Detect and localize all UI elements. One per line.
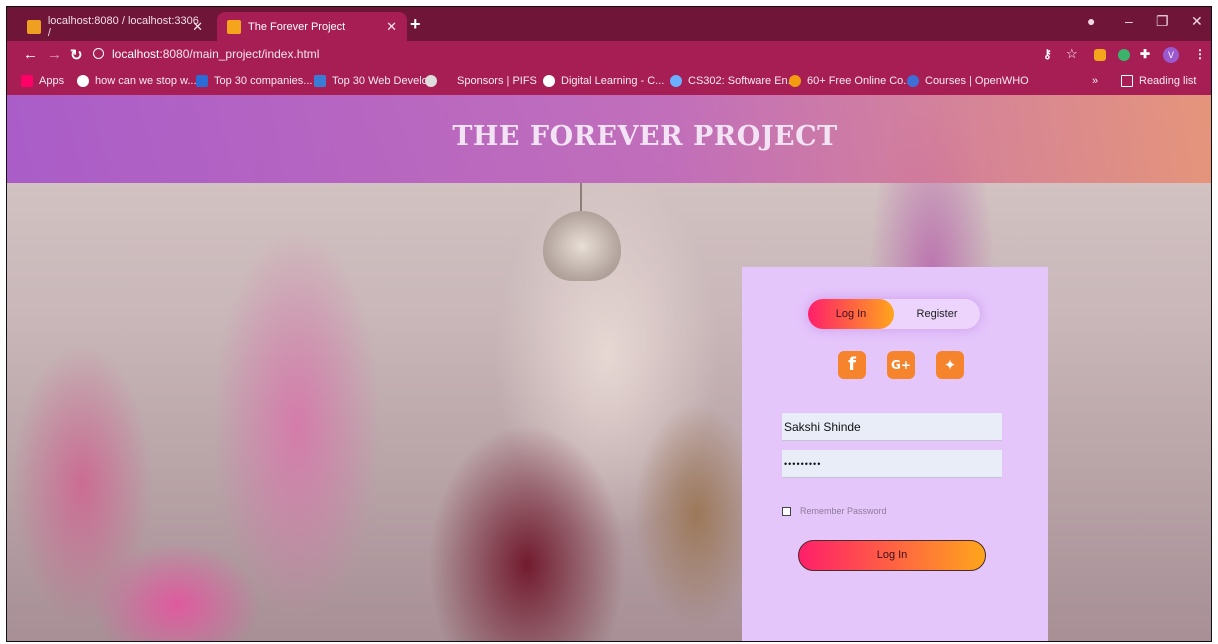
login-button[interactable]: Log In bbox=[798, 540, 986, 571]
bookmark-icon bbox=[670, 75, 682, 87]
google-plus-icon[interactable]: G+ bbox=[887, 351, 915, 379]
bookmark-item[interactable]: how can we stop w... bbox=[77, 75, 197, 87]
restore-button[interactable]: ❐ bbox=[1156, 13, 1169, 30]
reload-icon[interactable]: ↻ bbox=[70, 46, 83, 64]
new-tab-button[interactable]: + bbox=[410, 14, 421, 35]
key-icon[interactable]: ⚷ bbox=[1043, 47, 1052, 61]
page-title: THE FOREVER PROJECT bbox=[452, 121, 838, 152]
reading-list[interactable]: Reading list bbox=[1121, 75, 1196, 87]
login-card: Log In Register f G+ ✦ Remember Password… bbox=[742, 267, 1048, 641]
facebook-icon[interactable]: f bbox=[838, 351, 866, 379]
close-icon[interactable]: ✕ bbox=[192, 19, 203, 35]
apps-icon bbox=[21, 75, 33, 87]
bookmark-icon bbox=[314, 75, 326, 87]
puzzle-icon[interactable]: ✚ bbox=[1140, 47, 1150, 61]
bookmark-item[interactable]: Courses | OpenWHO bbox=[907, 75, 1029, 87]
bookmark-icon bbox=[907, 75, 919, 87]
minimize-button[interactable]: – bbox=[1125, 13, 1133, 29]
username-field[interactable] bbox=[782, 413, 1002, 441]
star-icon[interactable]: ☆ bbox=[1066, 46, 1078, 62]
tab-strip: localhost:8080 / localhost:3306 / ✕ The … bbox=[7, 7, 1211, 41]
bookmark-icon bbox=[77, 75, 89, 87]
bookmark-item[interactable]: 60+ Free Online Co... bbox=[789, 75, 912, 87]
url-path: :8080/main_project/index.html bbox=[159, 47, 320, 61]
bookmark-item[interactable]: CS302: Software En... bbox=[670, 75, 797, 87]
shield-icon[interactable] bbox=[1118, 49, 1130, 61]
tab-phpmyadmin[interactable]: localhost:8080 / localhost:3306 / ✕ bbox=[17, 12, 213, 41]
url-host: localhost bbox=[112, 47, 160, 61]
bookmark-item[interactable]: Top 30 companies... bbox=[196, 75, 312, 87]
bookmark-item[interactable]: Sponsors | PIFS bbox=[425, 75, 537, 87]
lantern-chain bbox=[580, 183, 582, 213]
close-window-button[interactable]: ✕ bbox=[1191, 13, 1203, 30]
forward-icon[interactable]: → bbox=[47, 46, 62, 63]
password-field[interactable] bbox=[782, 450, 1002, 478]
bookmarks-bar: Apps how can we stop w... Top 30 compani… bbox=[7, 70, 1211, 95]
close-icon[interactable]: ✕ bbox=[386, 19, 397, 35]
tab-title: The Forever Project bbox=[248, 20, 346, 33]
menu-icon[interactable]: ⋮ bbox=[1194, 47, 1206, 61]
hanging-lantern bbox=[543, 211, 621, 281]
bookmark-icon bbox=[196, 75, 208, 87]
login-tab[interactable]: Log In bbox=[808, 299, 894, 329]
site-icon bbox=[227, 19, 241, 34]
back-icon[interactable]: ← bbox=[23, 46, 38, 63]
bookmark-icon bbox=[425, 75, 437, 87]
bookmark-icon bbox=[789, 75, 801, 87]
info-icon[interactable] bbox=[93, 48, 104, 59]
profile-dropdown-icon[interactable]: ● bbox=[1087, 13, 1095, 29]
bookmarks-overflow[interactable]: » bbox=[1092, 75, 1098, 87]
tab-title: localhost:8080 / localhost:3306 / bbox=[47, 14, 199, 39]
twitter-icon[interactable]: ✦ bbox=[936, 351, 964, 379]
remember-password[interactable]: Remember Password bbox=[782, 506, 887, 516]
bookmark-apps[interactable]: Apps bbox=[21, 75, 64, 87]
reading-list-icon bbox=[1121, 75, 1133, 87]
tab-forever-project[interactable]: The Forever Project ✕ bbox=[217, 12, 407, 41]
phpmyadmin-icon bbox=[27, 19, 41, 34]
page-viewport: THE FOREVER PROJECT Log In Register f G+… bbox=[7, 95, 1211, 641]
browser-window: localhost:8080 / localhost:3306 / ✕ The … bbox=[6, 6, 1212, 642]
avatar[interactable]: V bbox=[1163, 47, 1179, 63]
auth-toggle: Log In Register bbox=[808, 299, 980, 329]
remember-checkbox[interactable] bbox=[782, 506, 791, 516]
bookmark-item[interactable]: Top 30 Web Develo... bbox=[314, 75, 437, 87]
address-bar[interactable]: localhost:8080/main_project/index.html bbox=[93, 47, 319, 61]
remember-label: Remember Password bbox=[800, 506, 887, 516]
bookmark-item[interactable]: Digital Learning - C... bbox=[543, 75, 664, 87]
address-toolbar: ← → ↻ localhost:8080/main_project/index.… bbox=[7, 41, 1211, 70]
bookmark-icon bbox=[543, 75, 555, 87]
extension-icon[interactable] bbox=[1094, 49, 1106, 61]
register-tab[interactable]: Register bbox=[894, 299, 980, 329]
